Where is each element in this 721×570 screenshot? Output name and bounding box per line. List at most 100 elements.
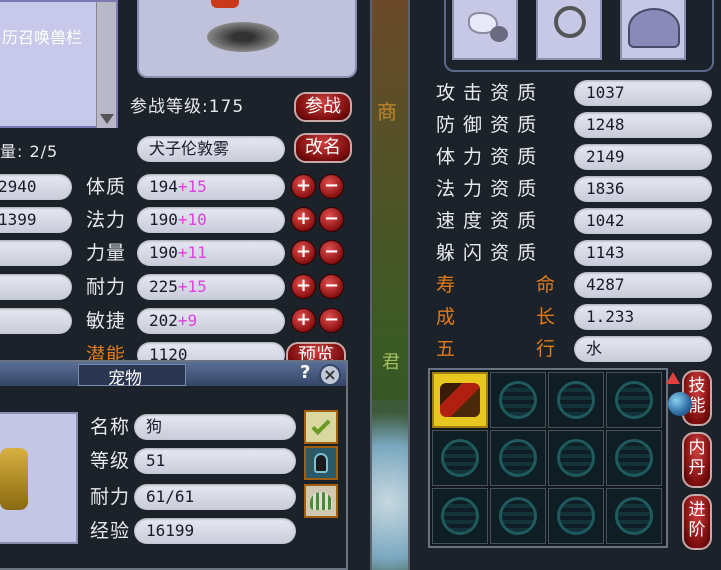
aptitude-label: 速 度 资 质: [436, 210, 538, 232]
stat-minus-icon[interactable]: −: [319, 174, 344, 199]
equip-slot-collar[interactable]: [452, 0, 518, 60]
pet-dialog-row-label: 等级: [90, 450, 131, 472]
element-label-a: 五: [436, 338, 457, 360]
stat-bonus: +15: [177, 277, 207, 296]
close-icon[interactable]: ×: [319, 364, 341, 386]
stat-label: 耐力: [86, 276, 127, 298]
stat-value: 190+10: [137, 207, 285, 233]
skill-slot-empty[interactable]: [606, 372, 662, 428]
aptitude-label: 躲 闪 资 质: [436, 242, 538, 264]
stat-label: 敏捷: [86, 310, 127, 332]
stat-bonus: +10: [177, 210, 207, 229]
skill-slot-empty[interactable]: [548, 488, 604, 544]
skill-scroll-up-arrow-icon[interactable]: [666, 372, 680, 384]
equip-slot-ring[interactable]: [536, 0, 602, 60]
lifespan-value: 4287: [574, 272, 712, 298]
inner-dan-button[interactable]: 内丹: [682, 432, 712, 488]
stat-plus-icon[interactable]: +: [291, 308, 316, 333]
stat-plus-icon[interactable]: +: [291, 240, 316, 265]
skill-slot-empty[interactable]: [432, 430, 488, 486]
empty-slot-icon: [615, 497, 653, 535]
empty-slot-icon: [441, 439, 479, 477]
pet-dialog-row-value[interactable]: 狗: [134, 414, 296, 440]
aptitude-label: 体 力 资 质: [436, 146, 538, 168]
skill-slot-empty[interactable]: [490, 488, 546, 544]
stat-value: 202+9: [137, 308, 285, 334]
skill-slot-empty[interactable]: [606, 430, 662, 486]
pet-dialog-row-value: 51: [134, 448, 296, 474]
stat-plus-icon[interactable]: +: [291, 207, 316, 232]
scrollbar[interactable]: [96, 2, 116, 128]
stat-label: 体质: [86, 176, 127, 198]
empty-slot-icon: [615, 439, 653, 477]
stat-plus-icon[interactable]: +: [291, 174, 316, 199]
hp-value: 2940: [0, 174, 72, 200]
defense-value: [0, 274, 72, 300]
world-jun-text: 君: [382, 352, 400, 373]
aptitude-value: 1042: [574, 208, 712, 234]
attack-value: [0, 240, 72, 266]
skill-slot-empty[interactable]: [490, 430, 546, 486]
empty-slot-icon: [441, 497, 479, 535]
feed-icon[interactable]: [304, 484, 338, 518]
mp-value: 1399: [0, 207, 72, 233]
rename-button[interactable]: 改名: [294, 133, 352, 163]
equip-slot-armor[interactable]: [620, 0, 686, 60]
skill-slot-empty[interactable]: [548, 430, 604, 486]
element-value: 水: [574, 336, 712, 362]
bite-skill-icon: [440, 383, 480, 417]
stat-base: 190: [149, 243, 178, 262]
empty-slot-icon: [557, 497, 595, 535]
aptitude-label: 防 御 资 质: [436, 114, 538, 136]
pet-dialog: 宠物 ? × 名称狗等级 51 耐力 61/61 经验 16199: [0, 360, 348, 570]
battle-level-text: 参战等级:175: [130, 97, 245, 117]
empty-slot-icon: [499, 381, 537, 419]
skill-slot-empty[interactable]: [606, 488, 662, 544]
speed-value: [0, 308, 72, 334]
wardrobe-icon[interactable]: [304, 446, 338, 480]
aptitude-value: 2149: [574, 144, 712, 170]
scroll-down-arrow-icon[interactable]: [100, 114, 114, 124]
stat-base: 225: [149, 277, 178, 296]
advance-button[interactable]: 进阶: [682, 494, 712, 550]
stat-base: 190: [149, 210, 178, 229]
help-icon[interactable]: ?: [300, 362, 310, 383]
stat-minus-icon[interactable]: −: [319, 274, 344, 299]
skill-slot-empty[interactable]: [432, 488, 488, 544]
stat-minus-icon[interactable]: −: [319, 240, 344, 265]
armor-icon: [628, 8, 680, 48]
pet-dialog-row-label: 名称: [90, 416, 131, 438]
empty-slot-icon: [615, 381, 653, 419]
pet-preview-box: [137, 0, 357, 78]
stat-minus-icon[interactable]: −: [319, 308, 344, 333]
skill-slot-empty[interactable]: [548, 372, 604, 428]
stat-minus-icon[interactable]: −: [319, 207, 344, 232]
pet-count-label: 量: 2/5: [0, 142, 59, 161]
pet-portrait: [0, 412, 78, 544]
growth-label-b: 长: [536, 306, 557, 328]
aptitude-label: 法 力 资 质: [436, 178, 538, 200]
stat-bonus: +15: [177, 177, 207, 196]
pet-shadow: [207, 22, 279, 52]
pet-portrait-figure: [0, 448, 28, 510]
element-label-b: 行: [536, 338, 557, 360]
aptitude-value: 1836: [574, 176, 712, 202]
aptitude-value: 1143: [574, 240, 712, 266]
stat-plus-icon[interactable]: +: [291, 274, 316, 299]
skill-slot-filled[interactable]: [432, 372, 488, 428]
pet-dialog-row-value: 16199: [134, 518, 296, 544]
pet-dialog-row-value: 61/61: [134, 484, 296, 510]
stat-base: 194: [149, 177, 178, 196]
pet-sprite: [211, 0, 239, 8]
aptitude-value: 1248: [574, 112, 712, 138]
battle-button[interactable]: 参战: [294, 92, 352, 122]
stat-label: 法力: [86, 209, 127, 231]
skill-slot-empty[interactable]: [490, 372, 546, 428]
empty-slot-icon: [557, 439, 595, 477]
growth-value: 1.233: [574, 304, 712, 330]
confirm-icon[interactable]: [304, 410, 338, 444]
stat-value: 194+15: [137, 174, 285, 200]
pet-name-field[interactable]: 犬子伦敦雾: [137, 136, 285, 162]
summon-column-label: 历召唤兽栏: [2, 28, 83, 47]
summon-list-box: 历召唤兽栏: [0, 0, 118, 128]
